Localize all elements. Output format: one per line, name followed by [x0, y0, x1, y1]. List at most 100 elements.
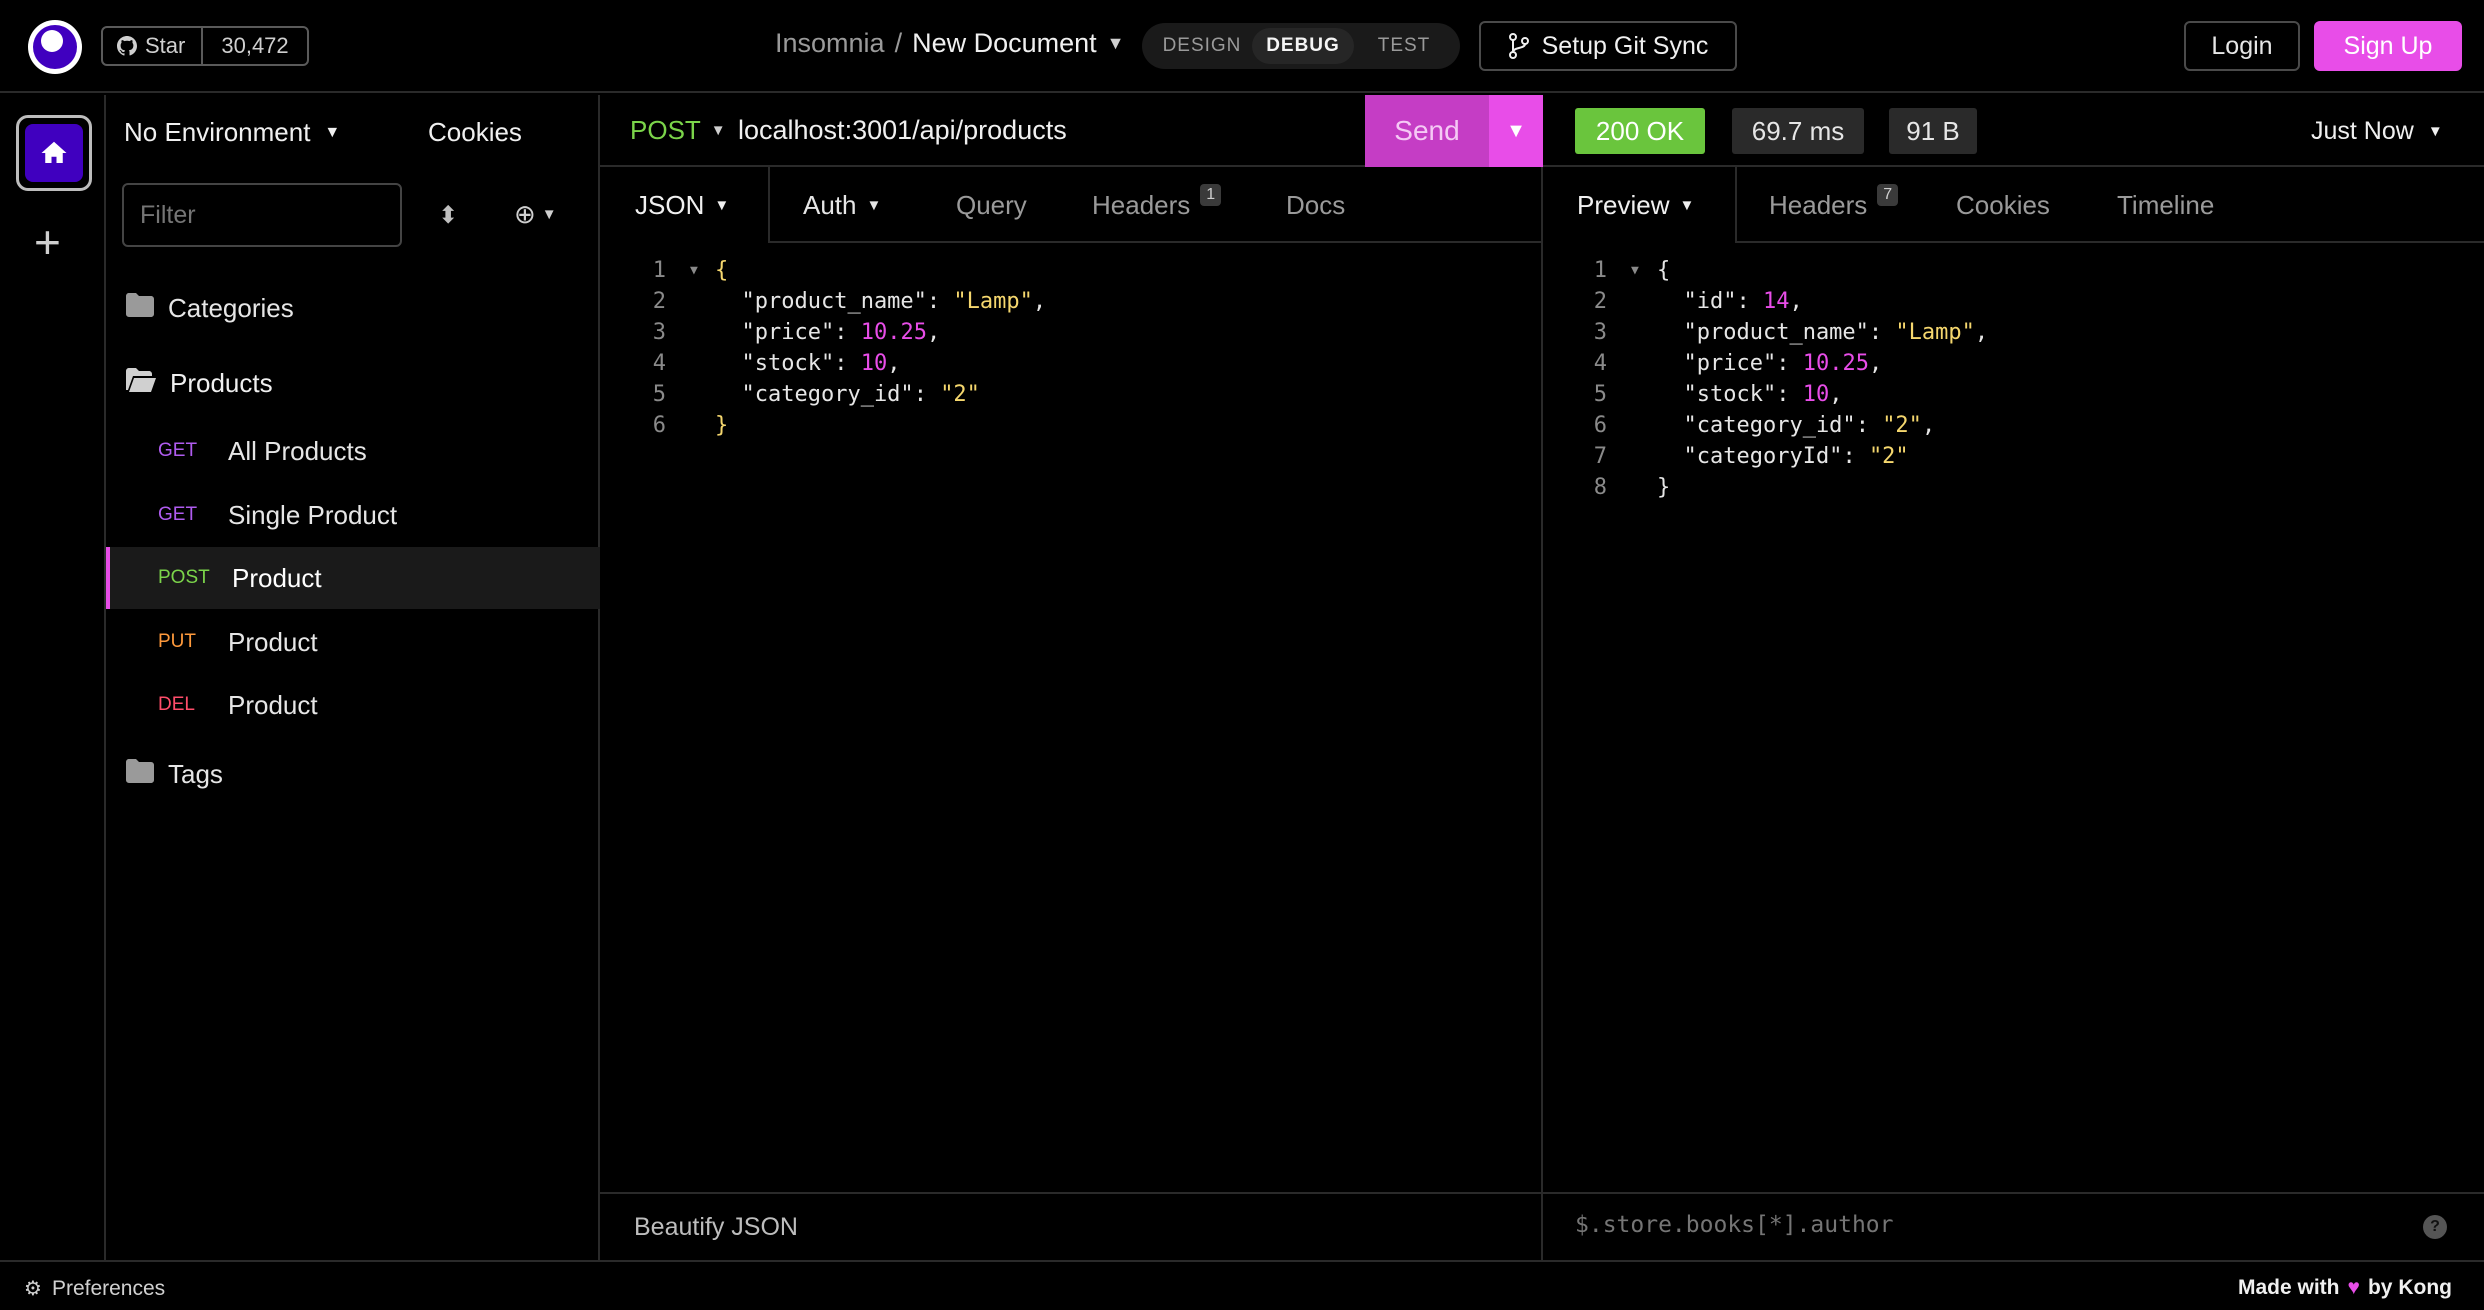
- made-with-kong[interactable]: Made with ♥ by Kong: [2238, 1276, 2452, 1300]
- code-line: "categoryId": "2": [1657, 444, 1909, 469]
- sidebar: No Environment ▼ Cookies ⬍ ⊕ ▼ Categorie…: [106, 95, 600, 1260]
- breadcrumb-separator: /: [894, 28, 903, 58]
- request-tabs: JSON ▼ Auth ▼ Query Headers 1 Docs: [600, 167, 1541, 243]
- home-button[interactable]: [16, 115, 92, 191]
- code-line: {: [1657, 258, 1671, 283]
- sort-icon[interactable]: ⬍: [438, 201, 458, 230]
- status-bar: ⚙ Preferences Made with ♥ by Kong: [0, 1260, 2484, 1310]
- code-line: "stock": 10,: [715, 351, 901, 376]
- folder-tags[interactable]: Tags: [126, 743, 620, 805]
- plus-circle-icon: ⊕: [514, 199, 536, 229]
- home-icon: [41, 141, 67, 163]
- breadcrumb-app[interactable]: Insomnia: [775, 28, 885, 59]
- code-line: "id": 14,: [1657, 289, 1803, 314]
- status-badge: 200 OK: [1575, 108, 1705, 154]
- response-tabs: Preview ▼ Headers 7 Cookies Timeline: [1543, 167, 2484, 243]
- beautify-json-button[interactable]: Beautify JSON: [600, 1213, 798, 1242]
- tab-docs[interactable]: Docs: [1286, 167, 1345, 243]
- setup-git-sync-button[interactable]: Setup Git Sync: [1479, 21, 1737, 71]
- chevron-down-icon: ▼: [2427, 123, 2443, 140]
- heart-icon: ♥: [2347, 1276, 2360, 1299]
- code-line: "price": 10.25,: [715, 320, 941, 345]
- tab-body[interactable]: JSON ▼: [600, 167, 770, 243]
- request-name: Single Product: [228, 499, 398, 530]
- request-footer: Beautify JSON: [600, 1192, 1541, 1260]
- request-name: Product: [232, 562, 322, 593]
- tab-response-cookies[interactable]: Cookies: [1956, 167, 2050, 243]
- method-selector[interactable]: POST ▼: [630, 115, 726, 146]
- request-pane: POST ▼ localhost:3001/api/products Send …: [600, 95, 1543, 1260]
- document-name[interactable]: New Document: [912, 28, 1097, 59]
- send-options-button[interactable]: ▼: [1489, 95, 1543, 167]
- github-star-button[interactable]: Star 30,472: [101, 26, 309, 66]
- mode-test[interactable]: TEST: [1356, 28, 1452, 64]
- method-badge: DEL: [158, 694, 195, 715]
- insomnia-logo-icon[interactable]: [28, 20, 82, 74]
- chevron-down-icon: ▼: [1506, 119, 1526, 142]
- request-name: Product: [228, 689, 318, 720]
- environment-label: No Environment: [124, 117, 311, 147]
- chevron-down-icon[interactable]: ▼: [1107, 33, 1125, 54]
- mode-switcher: DESIGN DEBUG TEST: [1142, 23, 1460, 69]
- code-line: "price": 10.25,: [1657, 351, 1883, 376]
- url-bar: POST ▼ localhost:3001/api/products Send …: [600, 95, 1543, 167]
- sign-up-button[interactable]: Sign Up: [2314, 21, 2462, 71]
- tab-preview[interactable]: Preview ▼: [1543, 167, 1737, 243]
- add-request-button[interactable]: ⊕ ▼: [514, 199, 557, 230]
- headers-count-badge: 7: [1877, 184, 1899, 206]
- fold-arrow-icon[interactable]: ▼: [1631, 255, 1639, 286]
- login-button[interactable]: Login: [2184, 21, 2300, 71]
- chevron-down-icon: ▼: [866, 196, 882, 214]
- request-body-editor[interactable]: 1 2 3 4 5 6 ▼ { "product_name": "Lamp", …: [600, 255, 1543, 455]
- method-badge: GET: [158, 504, 198, 525]
- tab-headers[interactable]: Headers 1: [1092, 167, 1222, 243]
- method-badge: POST: [158, 567, 210, 588]
- star-count: 30,472: [221, 33, 289, 58]
- chevron-down-icon: ▼: [1679, 196, 1695, 214]
- folder-icon: [126, 758, 154, 790]
- git-branch-icon: [1508, 33, 1529, 59]
- url-input[interactable]: localhost:3001/api/products: [738, 115, 1067, 146]
- filter-input[interactable]: [122, 183, 402, 247]
- mode-design[interactable]: DESIGN: [1150, 28, 1254, 64]
- gear-icon: ⚙: [24, 1278, 42, 1300]
- response-size-badge: 91 B: [1889, 108, 1977, 154]
- tab-response-headers[interactable]: Headers 7: [1769, 167, 1899, 243]
- chevron-down-icon: ▼: [541, 206, 557, 223]
- environment-selector[interactable]: No Environment ▼: [124, 117, 340, 148]
- response-status-bar: 200 OK 69.7 ms 91 B Just Now ▼: [1543, 95, 2484, 167]
- request-item-all-products[interactable]: GET All Products: [106, 420, 600, 482]
- code-line: {: [715, 258, 729, 283]
- code-line: "stock": 10,: [1657, 382, 1843, 407]
- fold-arrow-icon[interactable]: ▼: [690, 255, 698, 286]
- tab-query[interactable]: Query: [956, 167, 1027, 243]
- folder-label: Categories: [168, 292, 294, 323]
- response-filter-input[interactable]: [1575, 1212, 2375, 1238]
- tab-timeline[interactable]: Timeline: [2117, 167, 2214, 243]
- folder-open-icon: [126, 367, 156, 399]
- request-name: Product: [228, 626, 318, 657]
- headers-count-badge: 1: [1200, 184, 1222, 206]
- request-item-post-product[interactable]: POST Product: [106, 547, 600, 609]
- mode-debug[interactable]: DEBUG: [1252, 28, 1354, 64]
- chevron-down-icon: ▼: [710, 122, 726, 139]
- folder-categories[interactable]: Categories: [126, 277, 620, 339]
- cookies-button[interactable]: Cookies: [428, 117, 522, 148]
- github-icon: [117, 36, 137, 56]
- folder-products[interactable]: Products: [126, 352, 620, 414]
- method-label: POST: [630, 115, 701, 145]
- folder-icon: [126, 292, 154, 324]
- history-dropdown[interactable]: Just Now ▼: [2311, 117, 2443, 146]
- request-item-put-product[interactable]: PUT Product: [106, 611, 600, 673]
- send-button[interactable]: Send: [1365, 95, 1489, 167]
- preferences-button[interactable]: ⚙ Preferences: [24, 1276, 165, 1301]
- folder-label: Tags: [168, 758, 223, 789]
- request-name: All Products: [228, 435, 367, 466]
- method-badge: GET: [158, 440, 198, 461]
- help-icon[interactable]: ?: [2423, 1215, 2447, 1239]
- plus-icon[interactable]: +: [34, 215, 61, 269]
- tab-auth[interactable]: Auth ▼: [803, 167, 881, 243]
- star-label: Star: [145, 33, 186, 58]
- request-item-delete-product[interactable]: DEL Product: [106, 674, 600, 736]
- request-item-single-product[interactable]: GET Single Product: [106, 484, 600, 546]
